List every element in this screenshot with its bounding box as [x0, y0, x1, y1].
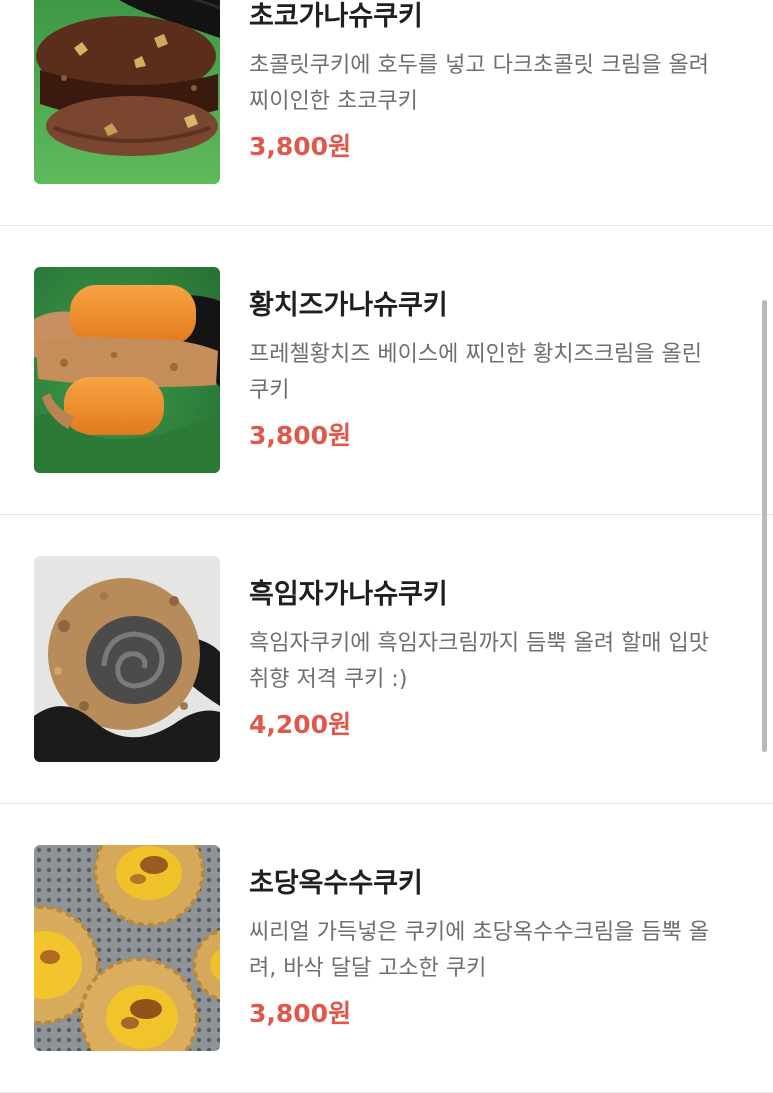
description-line: 흑임자쿠키에 흑임자크림까지 듬뿍 올려 할매 입맛 — [249, 631, 710, 656]
description-line: 씨리얼 가득넣은 쿠키에 초당옥수수크림을 듬뿍 올 — [249, 920, 710, 945]
menu-item[interactable]: 초당옥수수쿠키 씨리얼 가득넣은 쿠키에 초당옥수수크림을 듬뿍 올 려, 바삭… — [0, 804, 773, 1093]
menu-item[interactable]: 초코가나슈쿠키 초콜릿쿠키에 호두를 넣고 다크초콜릿 크림을 올려 찌이인한 … — [0, 0, 773, 226]
product-name: 흑임자가나슈쿠키 — [249, 579, 448, 610]
product-name: 황치즈가나슈쿠키 — [249, 290, 448, 321]
product-name: 초당옥수수쿠키 — [249, 868, 423, 899]
description-line: 초콜릿쿠키에 호두를 넣고 다크초콜릿 크림을 올려 — [249, 53, 710, 78]
product-image — [34, 267, 220, 473]
product-image — [34, 556, 220, 762]
product-description: 흑임자쿠키에 흑임자크림까지 듬뿍 올려 할매 입맛 취향 저격 쿠키 :) — [249, 626, 754, 698]
description-line: 려, 바삭 달달 고소한 쿠키 — [249, 956, 487, 981]
product-description: 프레첼황치즈 베이스에 찌인한 황치즈크림을 올린 쿠키 — [249, 337, 754, 409]
product-price: 3,800원 — [249, 132, 352, 161]
product-price: 3,800원 — [249, 999, 352, 1028]
menu-item[interactable]: 황치즈가나슈쿠키 프레첼황치즈 베이스에 찌인한 황치즈크림을 올린 쿠키 3,… — [0, 226, 773, 515]
menu-list: 초코가나슈쿠키 초콜릿쿠키에 호두를 넣고 다크초콜릿 크림을 올려 찌이인한 … — [0, 0, 773, 1093]
product-name: 초코가나슈쿠키 — [249, 1, 423, 32]
chocolate-ganache-cookie-photo — [34, 0, 220, 184]
cheese-ganache-cookie-photo — [34, 267, 220, 473]
corn-cream-cookie-photo — [34, 845, 220, 1051]
description-line: 취향 저격 쿠키 :) — [249, 667, 408, 692]
black-sesame-ganache-cookie-photo — [34, 556, 220, 762]
product-description: 씨리얼 가득넣은 쿠키에 초당옥수수크림을 듬뿍 올 려, 바삭 달달 고소한 … — [249, 915, 754, 987]
description-line: 프레첼황치즈 베이스에 찌인한 황치즈크림을 올린 — [249, 342, 703, 367]
product-image — [34, 0, 220, 184]
product-image — [34, 845, 220, 1051]
menu-item[interactable]: 흑임자가나슈쿠키 흑임자쿠키에 흑임자크림까지 듬뿍 올려 할매 입맛 취향 저… — [0, 515, 773, 804]
description-line: 쿠키 — [249, 378, 290, 403]
product-price: 4,200원 — [249, 710, 352, 739]
scrollbar[interactable] — [762, 300, 767, 752]
description-line: 찌이인한 초코쿠키 — [249, 89, 418, 114]
product-price: 3,800원 — [249, 421, 352, 450]
product-description: 초콜릿쿠키에 호두를 넣고 다크초콜릿 크림을 올려 찌이인한 초코쿠키 — [249, 48, 754, 120]
